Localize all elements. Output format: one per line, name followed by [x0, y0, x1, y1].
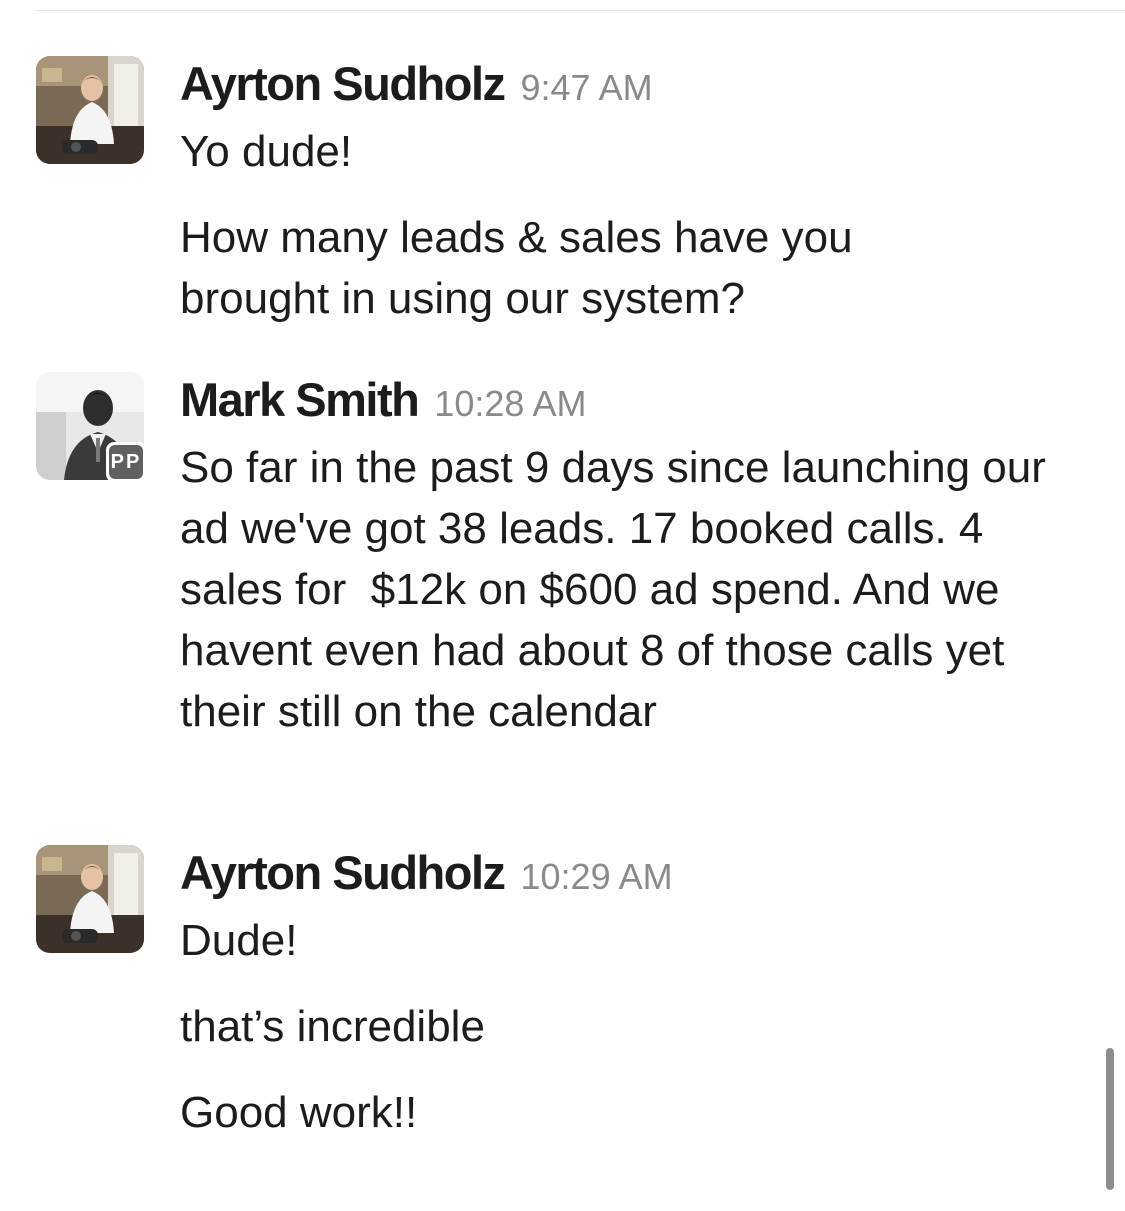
message-text: So far in the past 9 days since launchin… — [180, 443, 1059, 736]
message-header: Ayrton Sudholz 9:47 AM — [180, 56, 1080, 114]
avatar[interactable] — [36, 56, 144, 164]
timestamp[interactable]: 10:28 AM — [434, 383, 586, 425]
scrollbar-thumb[interactable] — [1106, 1048, 1114, 1190]
message-text: Yo dude! — [180, 127, 353, 176]
top-divider — [36, 10, 1125, 11]
message-header: Ayrton Sudholz 10:29 AM — [180, 845, 1080, 903]
timestamp[interactable]: 9:47 AM — [521, 67, 653, 109]
message-text: that’s incredible — [180, 1002, 485, 1051]
badge-label: PP — [109, 445, 143, 479]
message-content: Ayrton Sudholz 10:29 AM Dude! that’s inc… — [180, 845, 1080, 1143]
message-text: Good work!! — [180, 1088, 418, 1137]
message-text: Dude! — [180, 916, 298, 965]
message-content: Ayrton Sudholz 9:47 AM Yo dude! How many… — [180, 56, 1080, 329]
pp-badge: PP — [106, 442, 146, 482]
author-name[interactable]: Mark Smith — [180, 372, 420, 427]
person-photo-icon — [36, 56, 144, 164]
message-text: How many leads & sales have you brought … — [180, 213, 853, 323]
timestamp[interactable]: 10:29 AM — [521, 856, 673, 898]
message-header: Mark Smith 10:28 AM — [180, 372, 1080, 430]
avatar[interactable] — [36, 845, 144, 953]
author-name[interactable]: Ayrton Sudholz — [180, 56, 506, 111]
person-photo-icon — [36, 845, 144, 953]
author-name[interactable]: Ayrton Sudholz — [180, 845, 506, 900]
message-content: Mark Smith 10:28 AM So far in the past 9… — [180, 372, 1080, 742]
